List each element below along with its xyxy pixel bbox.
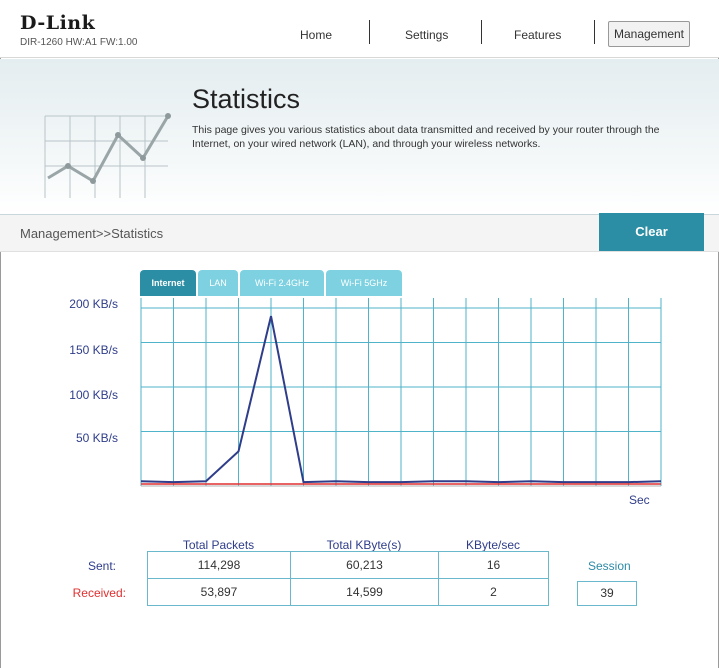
tab-wifi-5ghz[interactable]: Wi-Fi 5GHz bbox=[326, 270, 402, 296]
dlink-logo: D-Link bbox=[20, 12, 96, 34]
column-header-kbyte-sec: KByte/sec bbox=[465, 538, 521, 552]
tab-lan[interactable]: LAN bbox=[198, 270, 238, 296]
column-header-total-kbytes: Total KByte(s) bbox=[326, 538, 402, 552]
session-count: 39 bbox=[577, 581, 637, 606]
session-label: Session bbox=[588, 559, 631, 573]
nav-separator bbox=[369, 20, 370, 44]
y-tick-label: 50 KB/s bbox=[75, 431, 118, 445]
statistics-chart-icon bbox=[44, 113, 171, 198]
nav-separator bbox=[594, 20, 595, 44]
page-title: Statistics bbox=[192, 84, 301, 114]
nav-features[interactable]: Features bbox=[514, 28, 561, 42]
sent-kbyte-sec: 16 bbox=[438, 551, 549, 579]
table-row-received: 53,897 14,599 2 bbox=[147, 578, 549, 606]
page-description: This page gives you various statistics a… bbox=[192, 124, 660, 150]
nav-settings[interactable]: Settings bbox=[405, 28, 448, 42]
nav-management[interactable]: Management bbox=[608, 21, 690, 47]
y-tick-label: 200 KB/s bbox=[69, 297, 118, 311]
breadcrumb: Management>>Statistics bbox=[20, 226, 164, 241]
sent-total-packets: 114,298 bbox=[147, 551, 291, 579]
sent-label: Sent: bbox=[87, 559, 116, 573]
received-total-kbytes: 14,599 bbox=[290, 578, 439, 606]
chart-grid bbox=[140, 298, 662, 487]
received-label: Received: bbox=[72, 586, 126, 600]
x-axis-label: Sec bbox=[629, 493, 650, 507]
sent-total-kbytes: 60,213 bbox=[290, 551, 439, 579]
nav-separator bbox=[481, 20, 482, 44]
top-navigation-bar: D-Link DIR-1260 HW:A1 FW:1.00 Home Setti… bbox=[0, 0, 719, 58]
model-info: DIR-1260 HW:A1 FW:1.00 bbox=[20, 37, 138, 48]
tab-internet[interactable]: Internet bbox=[140, 270, 196, 296]
nav-home[interactable]: Home bbox=[300, 28, 332, 42]
y-tick-label: 150 KB/s bbox=[69, 343, 118, 357]
statistics-chart bbox=[140, 298, 662, 487]
statistics-table: 114,298 60,213 16 53,897 14,599 2 bbox=[147, 551, 549, 606]
received-total-packets: 53,897 bbox=[147, 578, 291, 606]
column-header-total-packets: Total Packets bbox=[182, 538, 255, 552]
received-kbyte-sec: 2 bbox=[438, 578, 549, 606]
table-row-sent: 114,298 60,213 16 bbox=[147, 551, 549, 579]
clear-button[interactable]: Clear bbox=[599, 213, 704, 251]
y-tick-label: 100 KB/s bbox=[69, 388, 118, 402]
tab-wifi-24ghz[interactable]: Wi-Fi 2.4GHz bbox=[240, 270, 324, 296]
